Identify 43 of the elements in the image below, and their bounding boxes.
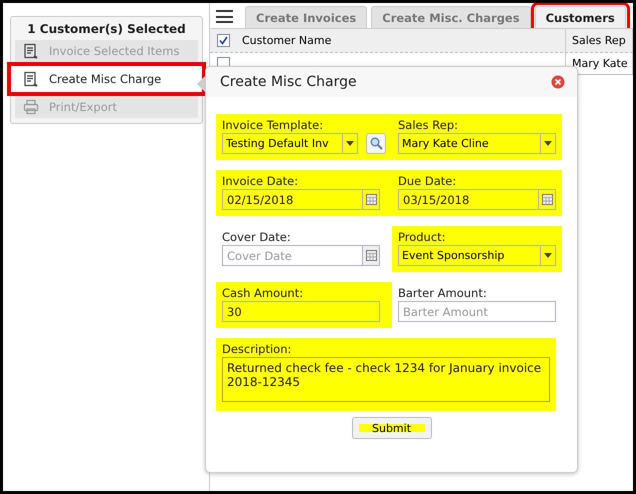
submit-button[interactable]: Submit — [352, 417, 432, 439]
date-field[interactable]: 02/15/2018 — [222, 189, 363, 210]
caret-icon — [544, 141, 552, 146]
panel-title: 1 Customer(s) Selected — [26, 21, 187, 38]
field-label: Product: — [398, 230, 447, 244]
dialog-title: Create Misc Charge — [220, 74, 357, 90]
sidebar-item[interactable]: Create Misc Charge — [9, 64, 204, 94]
field-label: Barter Amount: — [398, 286, 488, 300]
description-field[interactable]: Returned check fee - check 1234 for January invoice 2018-12345 — [222, 357, 550, 402]
column-header[interactable]: Customer Name — [236, 29, 566, 52]
text-field[interactable]: Barter Amount — [398, 301, 556, 322]
column-header[interactable]: Sales Rep — [566, 29, 633, 52]
caret-icon — [346, 141, 354, 146]
calendar-button[interactable] — [539, 189, 556, 210]
document-edit-icon — [23, 71, 39, 87]
field-label: Invoice Template: — [222, 118, 324, 132]
calendar-icon — [366, 194, 376, 205]
caret-icon — [544, 253, 552, 258]
document-edit-icon — [23, 43, 39, 59]
date-field[interactable]: Cover Date — [222, 245, 363, 266]
menu-icon[interactable] — [216, 10, 233, 23]
search-icon — [370, 137, 382, 150]
calendar-button[interactable] — [363, 245, 380, 266]
field-label: Invoice Date: — [222, 174, 300, 188]
close-icon[interactable] — [551, 75, 565, 89]
check-icon — [218, 36, 228, 45]
search-button[interactable] — [366, 133, 386, 154]
field-label: Cash Amount: — [222, 286, 304, 300]
select-field[interactable]: Event Sponsorship — [398, 245, 556, 266]
calendar-icon — [542, 194, 552, 205]
field-label: Cover Date: — [222, 230, 292, 244]
date-field[interactable]: 03/15/2018 — [398, 189, 539, 210]
text-field[interactable]: 30 — [222, 301, 380, 322]
select-field[interactable]: Testing Default Inv — [222, 133, 358, 154]
field-label: Sales Rep: — [398, 118, 459, 132]
calendar-button[interactable] — [363, 189, 380, 210]
calendar-icon — [366, 250, 376, 261]
checkbox[interactable] — [216, 34, 230, 47]
field-label: Description: — [222, 342, 292, 356]
select-field[interactable]: Mary Kate Cline — [398, 133, 556, 154]
table-cell: Mary Kate — [572, 57, 628, 70]
field-label: Due Date: — [398, 174, 458, 188]
printer-icon — [23, 99, 39, 115]
